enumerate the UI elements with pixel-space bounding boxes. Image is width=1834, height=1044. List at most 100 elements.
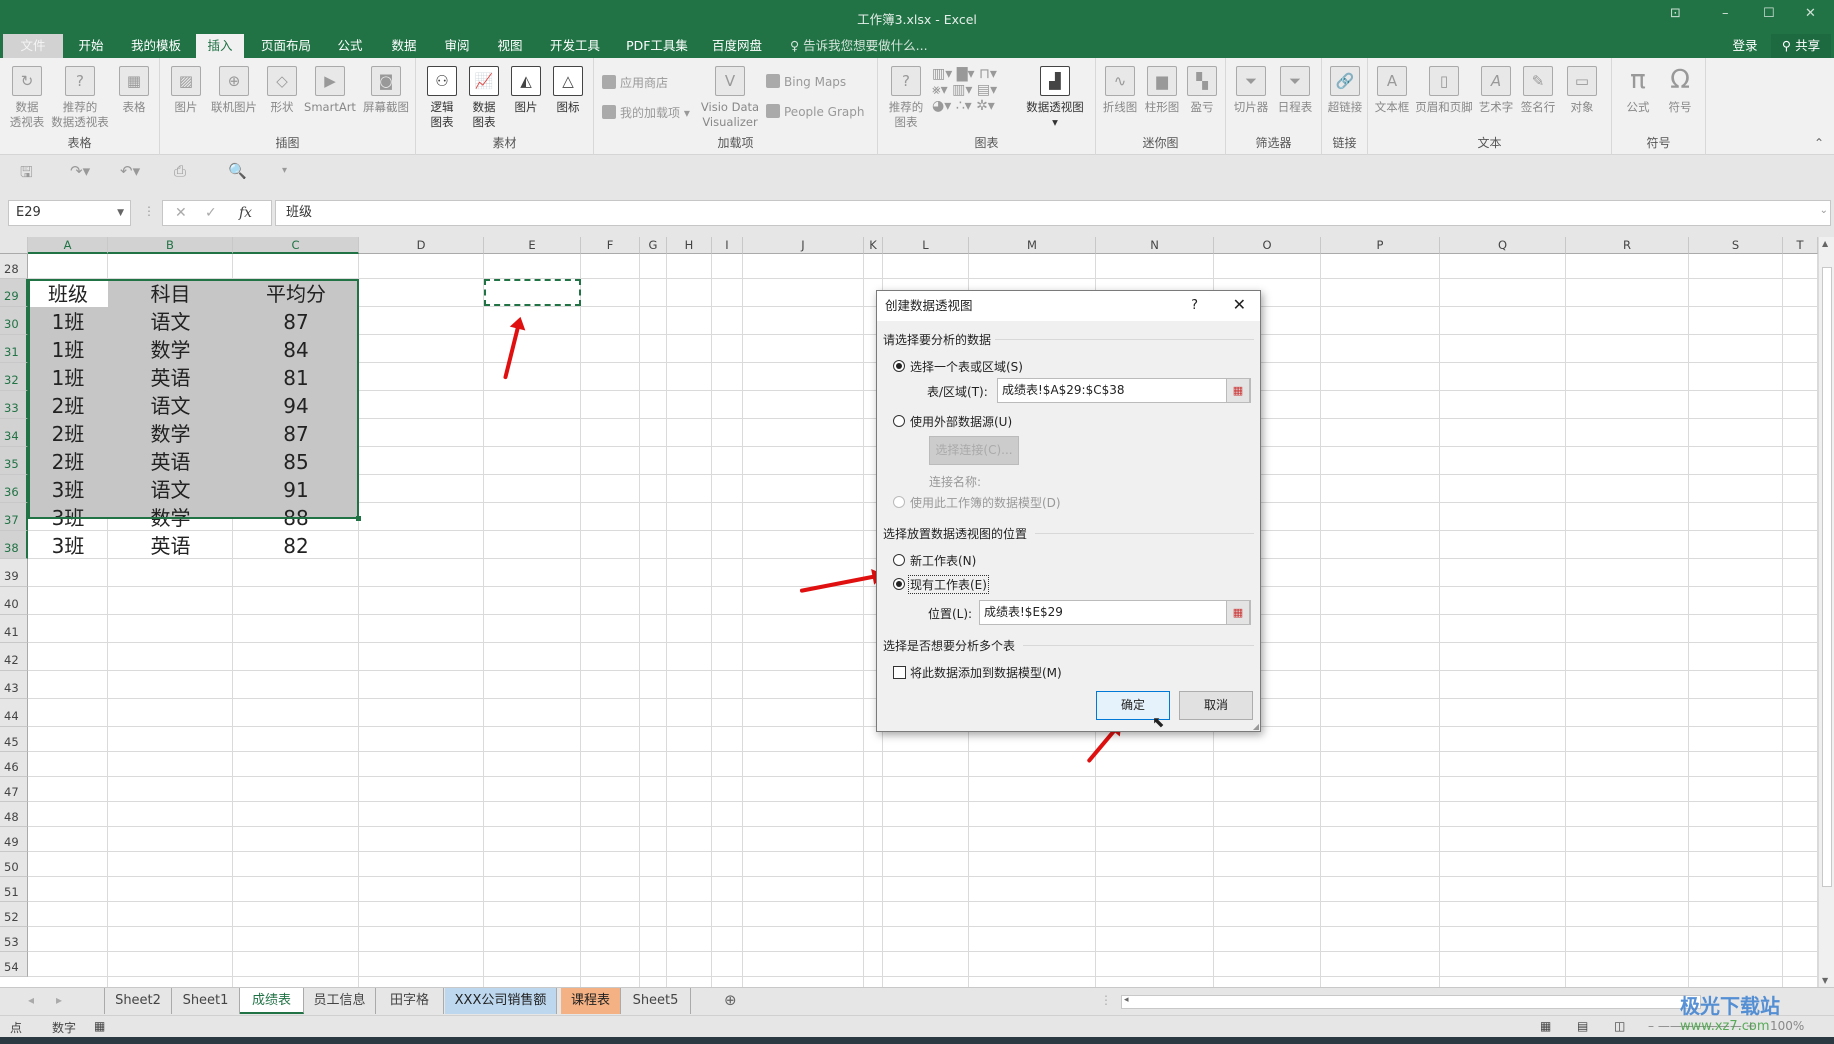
- radio-external-source[interactable]: [893, 415, 905, 427]
- row-header[interactable]: 54: [0, 952, 28, 977]
- column-header[interactable]: H: [667, 237, 712, 254]
- chevron-down-icon[interactable]: ▼: [117, 201, 124, 225]
- row-header[interactable]: 47: [0, 777, 28, 802]
- save-icon[interactable]: 🖫: [20, 162, 33, 187]
- equation-button[interactable]: π 公式: [1618, 66, 1658, 115]
- tab-pdf-tools[interactable]: PDF工具集: [620, 34, 694, 58]
- pivot-table-button[interactable]: ↻ 数据 透视表: [8, 66, 46, 130]
- bing-maps-button[interactable]: Bing Maps: [766, 74, 846, 89]
- column-header[interactable]: A: [28, 237, 108, 254]
- people-graph-button[interactable]: People Graph: [766, 104, 865, 119]
- print-preview-icon[interactable]: ⎙: [174, 162, 186, 180]
- row-header[interactable]: 41: [0, 615, 28, 643]
- splitter-handle-icon[interactable]: ⋮: [1100, 993, 1112, 1007]
- label-select-table[interactable]: 选择一个表或区域(S): [910, 358, 1023, 375]
- table-cell[interactable]: 英语: [108, 532, 233, 559]
- horizontal-scrollbar[interactable]: ◂: [1121, 995, 1701, 1009]
- tab-developer[interactable]: 开发工具: [544, 34, 606, 58]
- store-button[interactable]: 应用商店: [602, 74, 668, 91]
- prev-sheet-icon[interactable]: ◂: [28, 993, 34, 1007]
- location-picker-icon[interactable]: ▦: [1226, 600, 1250, 625]
- column-header[interactable]: E: [484, 237, 581, 254]
- row-header[interactable]: 37: [0, 503, 28, 531]
- checkbox-add-data-model[interactable]: [893, 666, 906, 679]
- sparkline-column-button[interactable]: ▆ 柱形图: [1142, 66, 1182, 115]
- row-header[interactable]: 31: [0, 335, 28, 363]
- next-sheet-icon[interactable]: ▸: [56, 993, 62, 1007]
- table-button[interactable]: ▦ 表格: [116, 66, 152, 115]
- row-header[interactable]: 46: [0, 752, 28, 777]
- logic-chart-button[interactable]: ⚇ 逻辑 图表: [424, 66, 460, 130]
- column-header[interactable]: F: [581, 237, 640, 254]
- table-cell[interactable]: 82: [233, 532, 359, 559]
- tab-baidu-netdisk[interactable]: 百度网盘: [706, 34, 768, 58]
- scroll-left-icon[interactable]: ◂: [1124, 995, 1129, 1005]
- wordart-button[interactable]: A 艺术字: [1476, 66, 1516, 115]
- fx-icon[interactable]: fx: [239, 205, 252, 221]
- column-header[interactable]: P: [1321, 237, 1440, 254]
- range-picker-icon[interactable]: ▦: [1226, 378, 1250, 403]
- cancel-button[interactable]: 取消: [1179, 691, 1253, 720]
- row-header[interactable]: 39: [0, 559, 28, 587]
- radio-existing-worksheet[interactable]: [893, 578, 905, 590]
- range-input[interactable]: 成绩表!$A$29:$C$38 ▦: [997, 378, 1251, 403]
- sheet-tab[interactable]: 田字格: [376, 988, 444, 1014]
- tab-insert[interactable]: 插入: [196, 34, 244, 58]
- column-header[interactable]: N: [1096, 237, 1214, 254]
- chart-type-gallery[interactable]: ▥▾ ▇▾ ⊓▾ ⨳▾ ▥▾ ▤▾ ◕▾ ∴▾ ✲▾: [932, 66, 997, 114]
- table-cell[interactable]: 3班: [28, 532, 108, 559]
- label-add-data-model[interactable]: 将此数据添加到数据模型(M): [910, 664, 1062, 681]
- column-header[interactable]: O: [1214, 237, 1321, 254]
- tab-page-layout[interactable]: 页面布局: [256, 34, 316, 58]
- tell-me-search[interactable]: ♀ 告诉我您想要做什么...: [790, 34, 940, 58]
- row-header[interactable]: 52: [0, 902, 28, 927]
- close-icon[interactable]: ✕: [1805, 6, 1816, 21]
- row-header[interactable]: 51: [0, 877, 28, 902]
- select-all-corner[interactable]: [0, 237, 28, 254]
- column-header[interactable]: R: [1566, 237, 1689, 254]
- label-external-source[interactable]: 使用外部数据源(U): [910, 413, 1012, 430]
- online-pictures-button[interactable]: ⊕ 联机图片: [208, 66, 260, 115]
- ribbon-display-icon[interactable]: ⊡: [1670, 6, 1681, 21]
- column-header[interactable]: S: [1689, 237, 1783, 254]
- column-header[interactable]: D: [359, 237, 484, 254]
- tab-my-templates[interactable]: 我的模板: [125, 34, 187, 58]
- object-button[interactable]: ▭ 对象: [1562, 66, 1602, 115]
- label-new-worksheet[interactable]: 新工作表(N): [910, 552, 976, 569]
- sheet-tab-active[interactable]: 成绩表: [240, 988, 304, 1014]
- redo-icon[interactable]: ↷▾: [70, 162, 90, 180]
- sheet-tab[interactable]: XXX公司销售额: [445, 988, 557, 1014]
- column-header[interactable]: B: [108, 237, 233, 254]
- column-header[interactable]: C: [233, 237, 359, 254]
- column-header[interactable]: J: [743, 237, 864, 254]
- data-chart-button[interactable]: 📈 数据 图表: [466, 66, 502, 130]
- row-header[interactable]: 43: [0, 671, 28, 699]
- zoom-preview-icon[interactable]: 🔍: [228, 162, 247, 180]
- signature-line-button[interactable]: ✎ 签名行: [1518, 66, 1558, 115]
- row-header[interactable]: 33: [0, 391, 28, 419]
- help-icon[interactable]: ?: [1191, 298, 1198, 313]
- tab-file[interactable]: 文件: [3, 34, 63, 58]
- page-layout-view-icon[interactable]: ▤: [1577, 1019, 1588, 1033]
- my-addins-button[interactable]: 我的加载项 ▾: [602, 104, 690, 121]
- tab-data[interactable]: 数据: [384, 34, 424, 58]
- row-header[interactable]: 32: [0, 363, 28, 391]
- expand-formula-icon[interactable]: ⌄: [1820, 205, 1828, 216]
- row-header[interactable]: 29: [0, 279, 28, 307]
- drag-handle-icon[interactable]: ⋮: [143, 204, 155, 218]
- row-header[interactable]: 35: [0, 447, 28, 475]
- material-picture-button[interactable]: ◭ 图片: [508, 66, 544, 115]
- tab-formulas[interactable]: 公式: [330, 34, 370, 58]
- fill-handle[interactable]: [356, 516, 361, 521]
- sheet-tab[interactable]: Sheet5: [621, 988, 691, 1014]
- row-header[interactable]: 38: [0, 531, 28, 559]
- tab-view[interactable]: 视图: [490, 34, 530, 58]
- location-input[interactable]: 成绩表!$E$29 ▦: [979, 600, 1251, 625]
- visio-visualizer-button[interactable]: V Visio Data Visualizer: [698, 66, 762, 130]
- sheet-tab[interactable]: Sheet2: [104, 988, 172, 1014]
- row-header[interactable]: 34: [0, 419, 28, 447]
- undo-icon[interactable]: ↶▾: [120, 162, 140, 180]
- textbox-button[interactable]: A 文本框: [1372, 66, 1412, 115]
- recommended-charts-button[interactable]: ? 推荐的 图表: [886, 66, 926, 130]
- row-header[interactable]: 49: [0, 827, 28, 852]
